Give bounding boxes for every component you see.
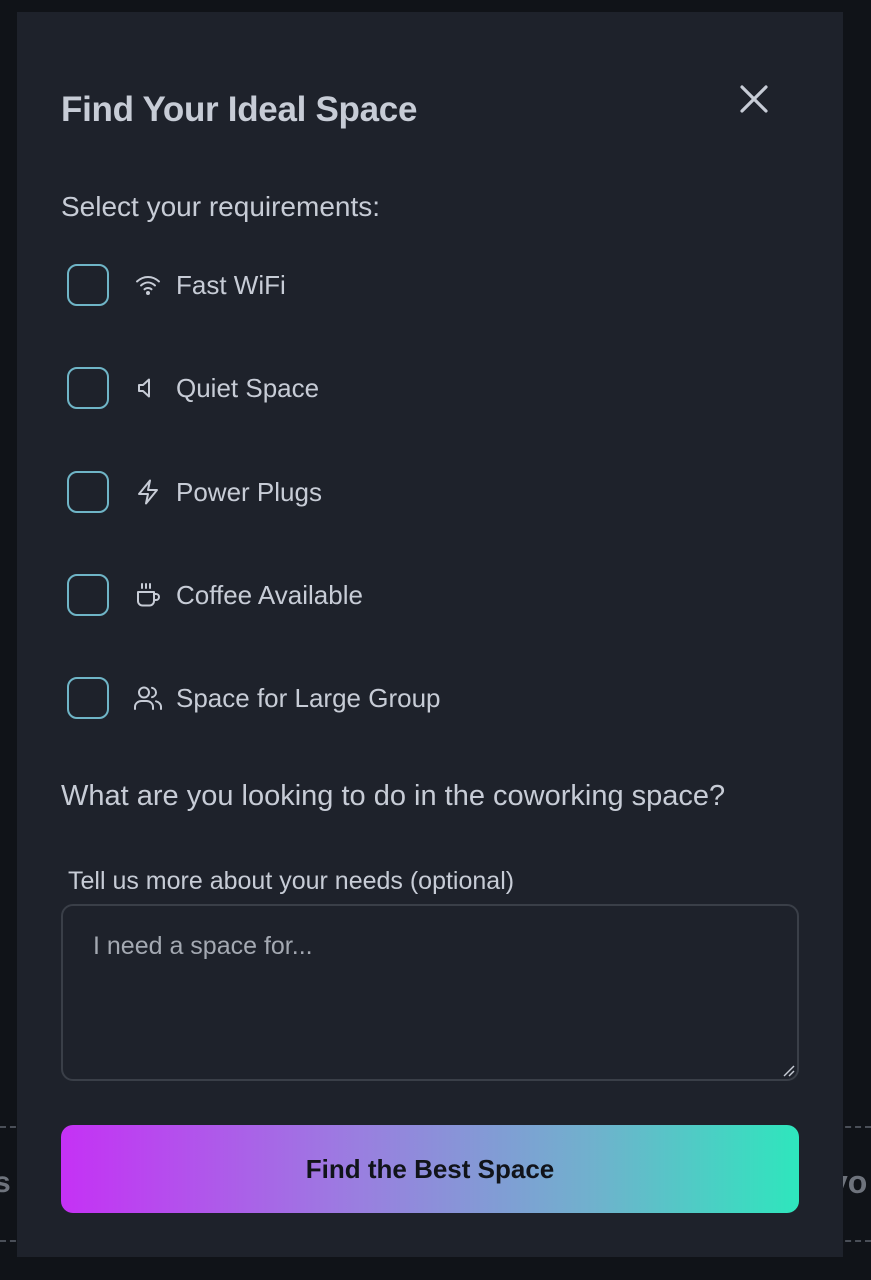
requirement-label: Fast WiFi bbox=[176, 269, 286, 300]
modal-title: Find Your Ideal Space bbox=[61, 90, 418, 129]
quiet-space-checkbox[interactable] bbox=[67, 367, 109, 409]
requirement-large-group[interactable]: Space for Large Group bbox=[67, 675, 767, 721]
requirement-coffee[interactable]: Coffee Available bbox=[67, 572, 767, 618]
close-icon bbox=[740, 85, 768, 113]
find-space-modal: Find Your Ideal Space Select your requir… bbox=[17, 12, 843, 1257]
needs-textarea[interactable] bbox=[61, 904, 799, 1081]
requirement-fast-wifi[interactable]: Fast WiFi bbox=[67, 262, 767, 308]
close-button[interactable] bbox=[733, 78, 775, 120]
coffee-checkbox[interactable] bbox=[67, 574, 109, 616]
find-best-space-button[interactable]: Find the Best Space bbox=[61, 1125, 799, 1213]
fast-wifi-checkbox[interactable] bbox=[67, 264, 109, 306]
speaker-icon bbox=[133, 373, 163, 403]
needs-field-label: Tell us more about your needs (optional) bbox=[68, 867, 515, 895]
requirement-label: Coffee Available bbox=[176, 579, 363, 610]
requirement-quiet-space[interactable]: Quiet Space bbox=[67, 365, 767, 411]
requirement-power-plugs[interactable]: Power Plugs bbox=[67, 469, 767, 515]
requirement-label: Power Plugs bbox=[176, 476, 322, 507]
background-text-fragment: s bbox=[0, 1166, 11, 1199]
wifi-icon bbox=[133, 270, 163, 300]
coffee-icon bbox=[133, 580, 163, 610]
requirements-label: Select your requirements: bbox=[61, 191, 381, 222]
power-plugs-checkbox[interactable] bbox=[67, 471, 109, 513]
activity-question: What are you looking to do in the cowork… bbox=[61, 780, 726, 812]
requirement-label: Space for Large Group bbox=[176, 682, 441, 713]
resize-handle-icon[interactable] bbox=[783, 1065, 795, 1077]
lightning-icon bbox=[133, 477, 163, 507]
requirement-label: Quiet Space bbox=[176, 372, 320, 403]
large-group-checkbox[interactable] bbox=[67, 677, 109, 719]
users-icon bbox=[133, 683, 163, 713]
